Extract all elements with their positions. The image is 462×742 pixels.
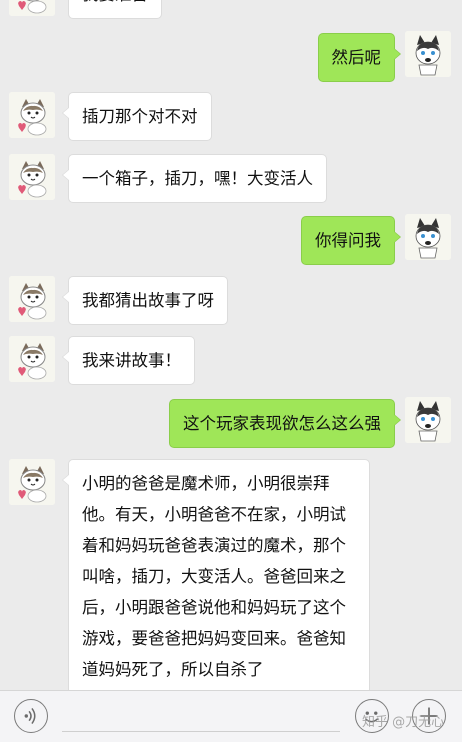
message-bubble[interactable]: 然后呢 <box>317 33 401 82</box>
message-bubble[interactable]: 小明的爸爸是魔术师，小明很崇拜他。有天，小明爸爸不在家，小明试着和妈妈玩爸爸表演… <box>62 459 370 690</box>
cat-avatar-icon[interactable] <box>9 154 55 200</box>
husky-avatar-icon[interactable] <box>405 397 451 443</box>
message-bubble[interactable]: 你得问我 <box>301 216 401 265</box>
message-bubble[interactable]: 插刀那个对不对 <box>62 92 212 141</box>
message-bubble[interactable]: 我来讲故事！ <box>62 336 195 385</box>
input-bar: 知乎 @刀无心 <box>0 690 462 742</box>
husky-avatar-icon[interactable] <box>405 214 451 260</box>
voice-icon[interactable] <box>14 699 48 733</box>
husky-avatar-icon[interactable] <box>405 31 451 77</box>
chat-area[interactable]: 我要准备 然后呢 <box>0 0 462 690</box>
cat-avatar-icon[interactable] <box>9 276 55 322</box>
message-input[interactable] <box>62 731 340 732</box>
cat-avatar-icon[interactable] <box>9 336 55 382</box>
message-bubble[interactable]: 这个玩家表现欲怎么这么强 <box>169 399 401 448</box>
watermark: 知乎 @刀无心 <box>362 715 445 730</box>
cat-avatar-icon[interactable] <box>9 92 55 138</box>
cat-avatar-icon[interactable] <box>9 459 55 505</box>
message-bubble[interactable]: 我要准备 <box>68 0 162 19</box>
cat-avatar-icon[interactable] <box>9 0 55 16</box>
message-bubble[interactable]: 一个箱子，插刀，嘿！大变活人 <box>62 154 327 203</box>
message-bubble[interactable]: 我都猜出故事了呀 <box>62 276 228 325</box>
